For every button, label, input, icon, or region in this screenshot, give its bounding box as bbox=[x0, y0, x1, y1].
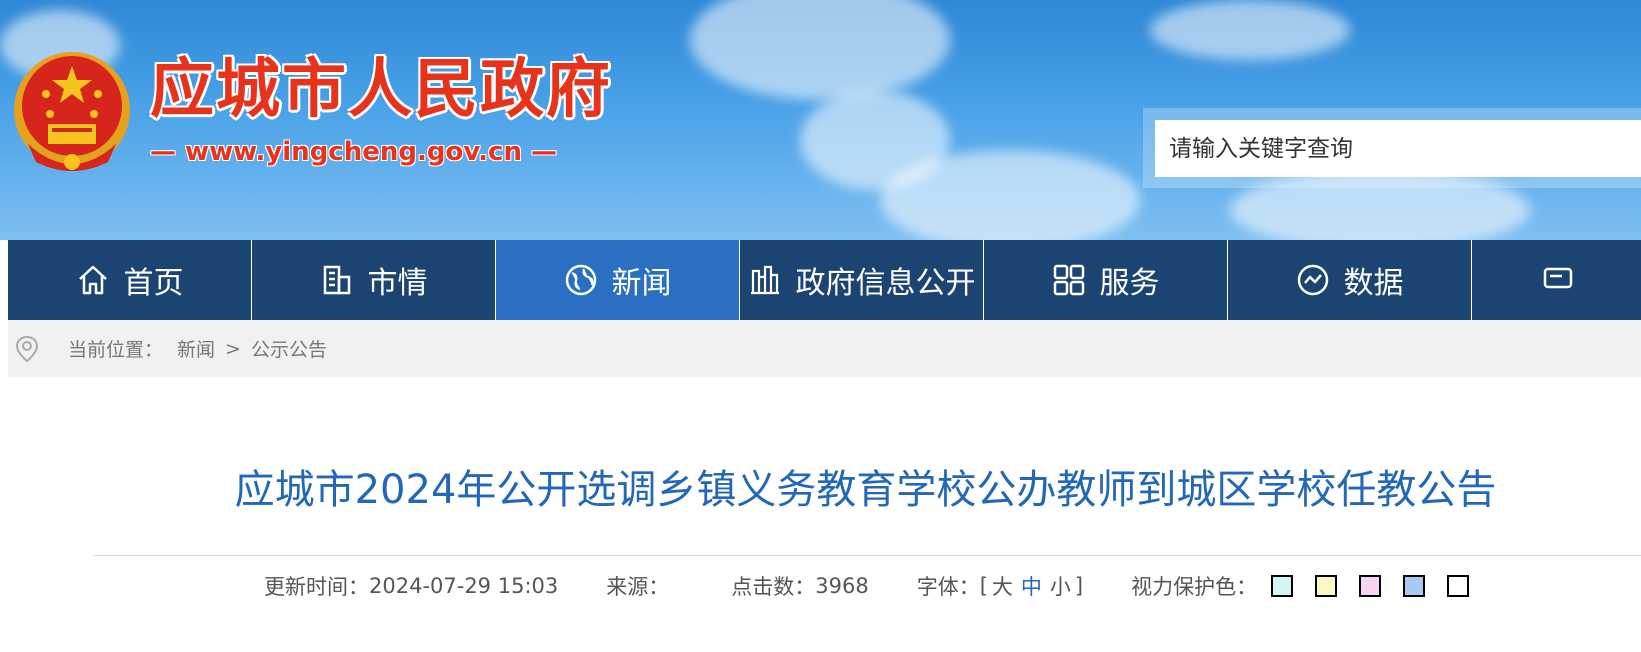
national-emblem-icon[interactable] bbox=[8, 44, 136, 180]
nav-item-gov-info[interactable]: 政府信息公开 bbox=[740, 240, 984, 320]
grid-icon bbox=[1052, 263, 1086, 297]
cloud-decoration bbox=[880, 150, 1140, 240]
nav-item-news[interactable]: 新闻 bbox=[496, 240, 740, 320]
nav-item-more[interactable] bbox=[1472, 240, 1641, 320]
eye-color-swatch-white[interactable] bbox=[1447, 575, 1470, 597]
eye-color-swatch-yellow[interactable] bbox=[1315, 575, 1338, 597]
city-icon bbox=[748, 263, 782, 297]
font-size-small-button[interactable]: 小 bbox=[1050, 571, 1071, 601]
header-banner: 应城市人民政府 — www.yingcheng.gov.cn — bbox=[0, 0, 1641, 240]
nav-item-home[interactable]: 首页 bbox=[8, 240, 252, 320]
font-bracket-open: [ bbox=[979, 574, 988, 598]
nav-item-label: 新闻 bbox=[611, 266, 672, 301]
eye-color-swatch-blue[interactable] bbox=[1403, 575, 1426, 597]
location-pin-icon bbox=[12, 334, 42, 364]
font-size-label: 字体： bbox=[916, 575, 980, 599]
main-nav: 首页 市情 新闻 政府信息公开 服务 数据 bbox=[8, 240, 1641, 320]
title-divider bbox=[93, 555, 1641, 556]
breadcrumb-link-news[interactable]: 新闻 bbox=[177, 335, 215, 362]
nav-item-services[interactable]: 服务 bbox=[984, 240, 1228, 320]
nav-item-data[interactable]: 数据 bbox=[1228, 240, 1472, 320]
font-size-medium-button[interactable]: 中 bbox=[1021, 571, 1042, 601]
globe-icon bbox=[564, 263, 598, 297]
breadcrumb: 当前位置： 新闻 > 公示公告 bbox=[8, 320, 1641, 377]
click-count-value: 3968 bbox=[815, 574, 869, 598]
chart-circle-icon bbox=[1296, 263, 1330, 297]
building-icon bbox=[320, 263, 354, 297]
source-label: 来源： bbox=[606, 575, 670, 599]
nav-item-label: 首页 bbox=[123, 266, 184, 301]
search-input[interactable] bbox=[1155, 120, 1641, 177]
nav-item-label: 服务 bbox=[1099, 266, 1160, 301]
cloud-decoration bbox=[690, 0, 950, 100]
eye-color-swatch-pink[interactable] bbox=[1359, 575, 1382, 597]
eye-protection-label: 视力保护色： bbox=[1131, 575, 1258, 599]
site-domain: — www.yingcheng.gov.cn — bbox=[150, 137, 558, 167]
article-title: 应城市2024年公开选调乡镇义务教育学校公办教师到城区学校任教公告 bbox=[234, 467, 1497, 513]
cloud-decoration bbox=[1150, 0, 1350, 60]
font-bracket-close: ] bbox=[1074, 574, 1084, 598]
breadcrumb-link-notices[interactable]: 公示公告 bbox=[251, 335, 327, 362]
article-meta: 更新时间： 2024-07-29 15:03 来源： 点击数： 3968 字体：… bbox=[264, 568, 1470, 604]
nav-item-city-info[interactable]: 市情 bbox=[252, 240, 496, 320]
font-size-large-button[interactable]: 大 bbox=[992, 571, 1013, 601]
update-time-value: 2024-07-29 15:03 bbox=[369, 574, 559, 598]
nav-item-label: 数据 bbox=[1343, 266, 1404, 301]
breadcrumb-prefix: 当前位置： bbox=[68, 339, 164, 361]
update-time-label: 更新时间： bbox=[264, 575, 369, 599]
click-count-label: 点击数： bbox=[731, 575, 816, 599]
message-icon bbox=[1542, 263, 1576, 297]
eye-color-swatch-cyan[interactable] bbox=[1271, 575, 1294, 597]
nav-item-label: 政府信息公开 bbox=[795, 266, 976, 301]
nav-item-label: 市情 bbox=[367, 266, 428, 301]
site-name[interactable]: 应城市人民政府 bbox=[150, 50, 612, 130]
breadcrumb-separator: > bbox=[225, 337, 241, 360]
home-icon bbox=[76, 263, 110, 297]
